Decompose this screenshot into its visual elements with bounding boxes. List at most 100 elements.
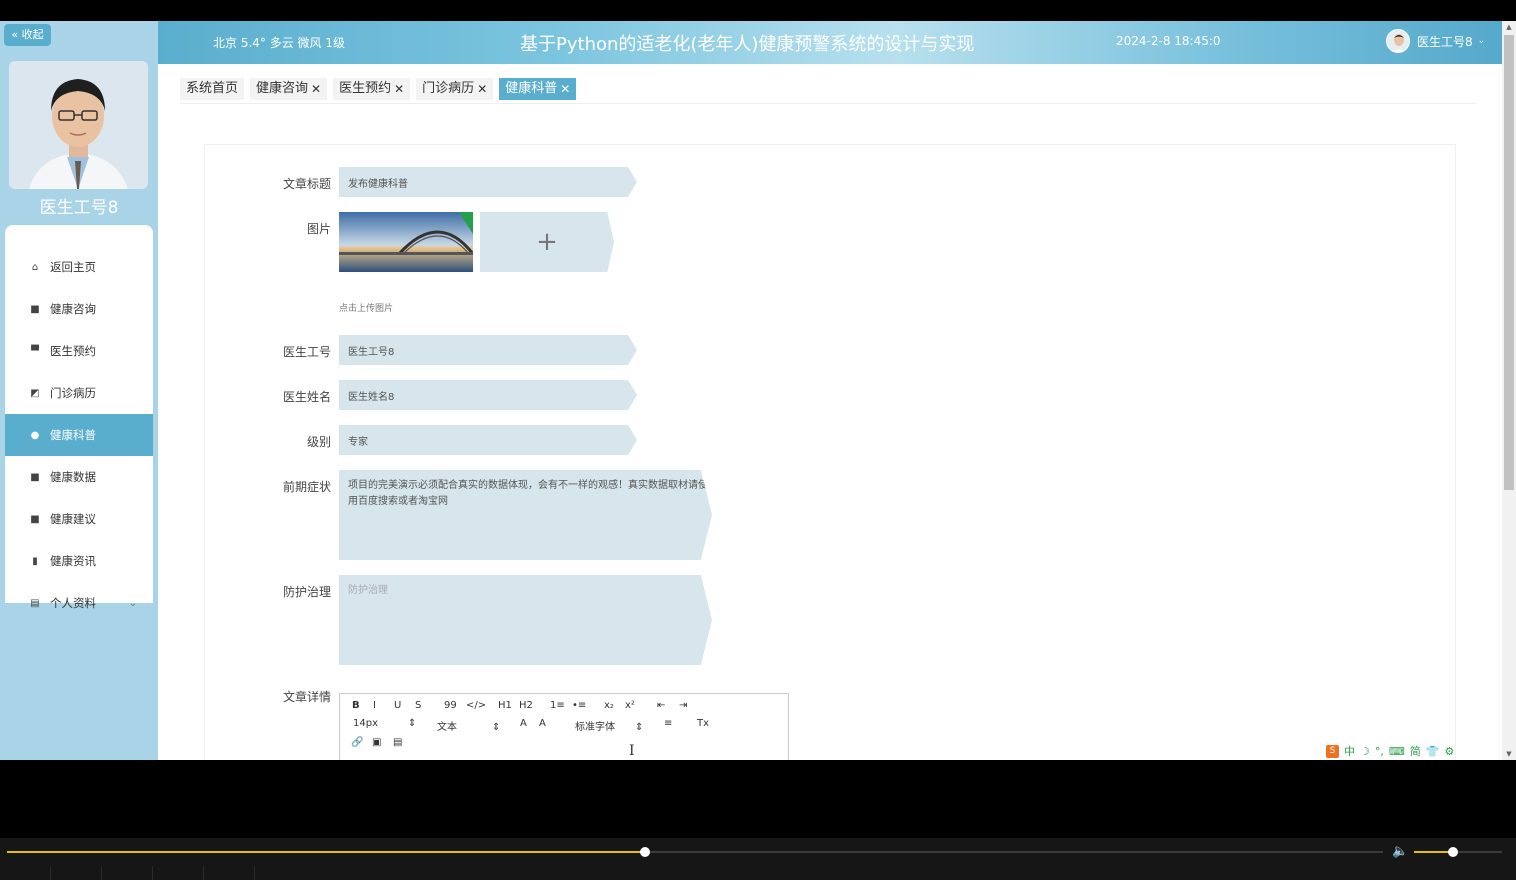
sidebar-username: 医生工号8 — [39, 198, 119, 218]
indent-icon[interactable]: ⇥ — [679, 700, 687, 711]
chevron-down-icon: ⌄ — [128, 597, 137, 609]
outdent-icon[interactable]: ⇤ — [657, 700, 665, 711]
grid-icon: ■ — [30, 303, 40, 315]
close-icon[interactable]: ✕ — [560, 78, 570, 100]
align-icon[interactable]: ≡ — [664, 718, 672, 729]
page-scrollbar[interactable]: ▲ ▼ — [1502, 21, 1516, 760]
sidebar-item-label: 健康咨询 — [50, 302, 96, 316]
volume-slider[interactable] — [1414, 847, 1502, 857]
top-header: 北京 5.4° 多云 微风 1级 基于Python的适老化(老年人)健康预警系统… — [158, 21, 1502, 64]
sidebar-item-7[interactable]: ▮ 健康资讯 — [5, 540, 153, 582]
sidebar-item-6[interactable]: ■ 健康建议 — [5, 498, 153, 540]
doctor-id-input[interactable]: 医生工号8 — [339, 335, 637, 365]
volume-handle[interactable] — [1447, 847, 1458, 857]
select-arrow-icon: ⇕ — [492, 722, 501, 733]
close-icon[interactable]: ✕ — [394, 78, 404, 100]
rich-text-editor[interactable]: B I U S 99 </> H1 H2 1≡ •≡ x₂ x² ⇤ ⇥ A A ≡ Tx 14px ⇕ 文本 ⇕ 标… — [339, 693, 789, 760]
italic-icon[interactable]: I — [373, 700, 376, 711]
sidebar-item-3[interactable]: ◩ 门诊病历 — [5, 372, 153, 414]
block-type-select[interactable]: 文本 ⇕ — [437, 718, 500, 733]
ime-item-3[interactable]: ⌨ — [1389, 745, 1405, 758]
sidebar-item-1[interactable]: ■ 健康咨询 — [5, 288, 153, 330]
add-image-button[interactable]: + — [480, 212, 614, 272]
tab-1[interactable]: 健康咨询 ✕ — [250, 78, 328, 100]
ime-item-6[interactable]: ⚙ — [1444, 745, 1454, 758]
doctor-avatar — [9, 61, 148, 189]
ime-item-0[interactable]: 中 — [1344, 743, 1355, 759]
control-slot[interactable] — [153, 866, 204, 880]
control-slot[interactable] — [102, 866, 153, 880]
tab-3[interactable]: 门诊病历 ✕ — [416, 78, 494, 100]
font-family-value: 标准字体 — [575, 722, 615, 733]
quote-icon[interactable]: 99 — [444, 700, 457, 711]
chevron-down-icon: ⌄ — [1477, 36, 1486, 46]
control-slot[interactable] — [0, 866, 51, 880]
superscript-icon[interactable]: x² — [625, 700, 635, 711]
close-icon[interactable]: ✕ — [477, 78, 487, 100]
sidebar-item-label: 个人资料 — [50, 596, 96, 610]
user-menu[interactable]: 医生工号8 ⌄ — [1386, 29, 1485, 53]
scroll-up-icon[interactable]: ▲ — [1502, 21, 1516, 33]
bulb-icon: ● — [30, 429, 40, 441]
control-slot[interactable] — [51, 866, 102, 880]
sidebar-item-5[interactable]: ■ 健康数据 — [5, 456, 153, 498]
bullet-list-icon[interactable]: •≡ — [572, 700, 586, 711]
strike-icon[interactable]: S — [415, 700, 421, 711]
h2-icon[interactable]: H2 — [519, 700, 533, 711]
underline-icon[interactable]: U — [394, 700, 401, 711]
video-icon[interactable]: ▤ — [393, 737, 402, 748]
scroll-down-icon[interactable]: ▼ — [1502, 748, 1516, 760]
bold-icon[interactable]: B — [352, 700, 360, 711]
treatment-textarea[interactable]: 防护治理 — [339, 575, 712, 665]
link-icon[interactable]: 🔗 — [351, 737, 363, 748]
plus-icon: + — [536, 227, 558, 257]
tab-2[interactable]: 医生预约 ✕ — [333, 78, 411, 100]
sidebar-item-2[interactable]: ▀ 医生预约 — [5, 330, 153, 372]
font-color-icon[interactable]: A — [520, 718, 527, 729]
close-icon[interactable]: ✕ — [311, 78, 321, 100]
ime-item-4[interactable]: 简 — [1410, 743, 1421, 759]
clear-format-icon[interactable]: Tx — [697, 718, 709, 729]
sidebar-item-0[interactable]: ⌂ 返回主页 — [5, 246, 153, 288]
subscript-icon[interactable]: x₂ — [604, 700, 614, 711]
seek-handle[interactable] — [640, 847, 651, 857]
seek-bar[interactable] — [7, 847, 1383, 857]
font-size-select[interactable]: 14px ⇕ — [353, 718, 416, 729]
doctor-name-input[interactable]: 医生姓名8 — [339, 380, 637, 410]
title-input[interactable]: 发布健康科普 — [339, 167, 637, 197]
volume-icon[interactable]: 🔈 — [1392, 844, 1408, 859]
scroll-thumb[interactable] — [1504, 35, 1514, 490]
code-icon[interactable]: </> — [466, 700, 486, 711]
font-family-select[interactable]: 标准字体 ⇕ — [575, 718, 643, 733]
sidebar-item-8[interactable]: ▤ 个人资料 ⌄ — [5, 582, 153, 624]
tab-4[interactable]: 健康科普 ✕ — [499, 78, 577, 100]
user-avatar — [1386, 29, 1410, 53]
sidebar-item-label: 医生预约 — [50, 344, 96, 358]
sidebar-item-label: 健康数据 — [50, 470, 96, 484]
ime-item-2[interactable]: °, — [1375, 745, 1384, 758]
sogou-icon[interactable]: S — [1326, 744, 1339, 758]
symptoms-textarea[interactable]: 项目的完美演示必须配合真实的数据体现，会有不一样的观感！真实数据取材请使用百度搜… — [339, 470, 712, 560]
detail-label: 文章详情 — [282, 690, 331, 704]
collapse-button[interactable]: « 收起 — [4, 24, 51, 46]
h1-icon[interactable]: H1 — [498, 700, 512, 711]
treatment-label: 防护治理 — [282, 585, 331, 599]
ordered-list-icon[interactable]: 1≡ — [550, 700, 565, 711]
ime-item-1[interactable]: ☽ — [1360, 745, 1370, 758]
datetime: 2024-2-8 18:45:0 — [1116, 34, 1221, 48]
sidebar-item-label: 健康建议 — [50, 512, 96, 526]
tab-0[interactable]: 系统首页 — [180, 78, 245, 100]
select-arrow-icon: ⇕ — [635, 722, 644, 733]
sidebar-item-4[interactable]: ● 健康科普 — [5, 414, 153, 456]
chart-box-icon: ◩ — [30, 387, 40, 399]
tab-bar: 系统首页 健康咨询 ✕ 医生预约 ✕ 门诊病历 ✕ 健康科普 ✕ — [180, 78, 582, 100]
control-slot[interactable] — [204, 866, 255, 880]
side-menu: ⌂ 返回主页 ■ 健康咨询 ▀ 医生预约 ◩ 门诊病历 ● 健康科普 ■ 健康数据 ■ 健康建议 ▮ 健康资讯… — [5, 225, 153, 610]
level-input[interactable]: 专家 — [339, 425, 637, 455]
background-color-icon[interactable]: A — [539, 718, 546, 729]
tab-label: 系统首页 — [186, 81, 239, 96]
uploaded-image[interactable] — [339, 212, 473, 272]
image-icon[interactable]: ▣ — [372, 737, 381, 748]
video-player-bar: 🔈 — [0, 838, 1516, 880]
ime-item-5[interactable]: 👕 — [1426, 745, 1440, 758]
